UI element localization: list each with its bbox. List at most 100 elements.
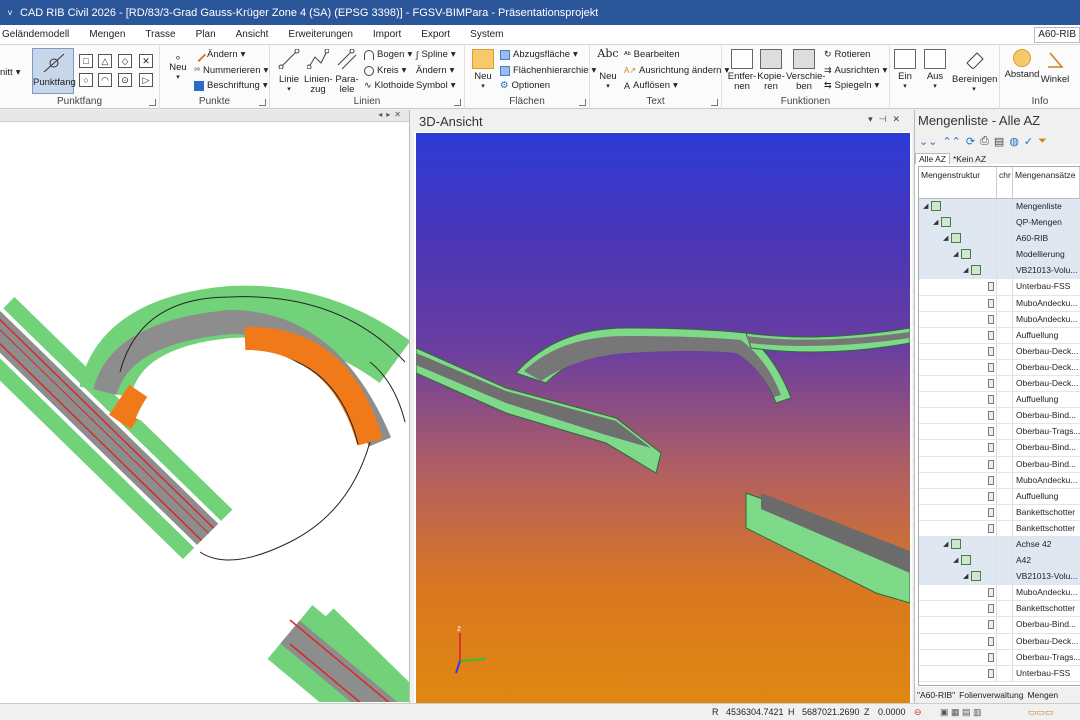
bereinigen-button[interactable]: Bereinigen ▾ [952,49,997,95]
tree-row[interactable]: ◢ Modellierung [919,247,1080,264]
tree-row[interactable]: ◢ QP-Mengen [919,215,1080,232]
text-bearbeiten-button[interactable]: ᴬᵇ Bearbeiten [624,49,680,60]
parallele-button[interactable]: Para- lele [334,48,360,95]
linie-button[interactable]: Linie ▾ [276,48,302,95]
tree-row[interactable]: Oberbau-Deck... [919,359,1080,377]
entfernen-button[interactable]: Entfer- nen [726,49,758,92]
snap-center-icon[interactable]: ⊙ [118,73,132,87]
tree-row[interactable]: Oberbau-Trags... [919,424,1080,441]
expand-toggle-icon[interactable]: ◢ [943,234,948,242]
print-icon[interactable]: ⎙ [980,135,989,148]
text-neu-button[interactable]: Abc Neu ▾ [596,48,620,92]
rotieren-button[interactable]: ↻ Rotieren [824,49,870,60]
tab-system[interactable]: System [460,29,513,40]
beschriftung-button[interactable]: Beschriftung ▾ [194,80,268,91]
tree-row[interactable]: Oberbau-Bind... [919,456,1080,473]
tree-row[interactable]: MuboAndecku... [919,311,1080,328]
tab-plan[interactable]: Plan [186,29,226,40]
spline-button[interactable]: ∫ Spline ▾ [416,49,456,60]
expand-toggle-icon[interactable]: ◢ [933,218,938,226]
column-mengenstruktur[interactable]: Mengenstruktur [919,167,997,198]
tree-row[interactable]: MuboAndecku... [919,585,1080,602]
document-icon[interactable]: ▤ [994,135,1004,148]
winkel-button[interactable]: Winkel [1040,49,1070,85]
status-tools-icon[interactable]: ▣ ▦ ▤ ▥ [940,707,982,718]
punktfang-button[interactable]: Punktfang [32,48,76,94]
tree-row[interactable]: Oberbau-Deck... [919,343,1080,360]
snap-arc-icon[interactable]: ◠ [98,73,112,87]
refresh-icon[interactable]: ⟳ [966,135,975,148]
record-icon[interactable]: ⊖ [914,707,922,718]
snap-play-icon[interactable]: ▷ [139,73,153,87]
quick-access-icon[interactable]: ˅ [0,8,20,18]
status-view-icon[interactable]: ▭▭▭ [1028,707,1054,718]
bogen-button[interactable]: Bogen ▾ [364,49,412,60]
expand-toggle-icon[interactable]: ◢ [923,202,928,210]
bottom-tab-folienverwaltung[interactable]: Folienverwaltung [959,690,1023,700]
snap-circle-icon[interactable]: ○ [79,73,93,87]
aus-button[interactable]: Aus ▾ [922,49,948,92]
tab-trasse[interactable]: Trasse [135,29,185,40]
tree-row[interactable]: Unterbau-FSS [919,279,1080,296]
tree-row[interactable]: Oberbau-Bind... [919,617,1080,634]
ausrichtung-button[interactable]: A↗ Ausrichtung ändern ▾ [624,65,729,76]
dialog-launcher-icon[interactable] [711,99,718,106]
project-selector[interactable]: A60-RIB [1034,27,1080,43]
snap-triangle-icon[interactable]: △ [98,54,112,68]
tab-ansicht[interactable]: Ansicht [226,29,279,40]
snap-cross-icon[interactable]: ✕ [139,54,153,68]
expand-toggle-icon[interactable]: ◢ [953,250,958,258]
symbol-button[interactable]: Symbol ▾ [416,80,455,91]
aufloesen-button[interactable]: A Auflösen ▾ [624,80,678,91]
punkt-aendern-button[interactable]: Ändern ▾ [191,47,245,62]
expand-down-icon[interactable]: ⌄⌄ [919,135,937,148]
klothoide-button[interactable]: ∿ Klothoide [364,80,414,91]
filter-icon[interactable]: ⏷ [1038,135,1047,148]
linienzug-button[interactable]: Linien- zug [304,48,333,95]
punkt-neu-button[interactable]: ∘ Neu ▾ [166,53,190,83]
plan-drawing-canvas[interactable] [0,122,433,720]
bottom-tab-a60[interactable]: "A60-RIB" [917,690,955,700]
tree-row[interactable]: ◢ VB21013-Volu... [919,263,1080,280]
tab-mengen[interactable]: Mengen [79,29,135,40]
tree-row[interactable]: Bankettschotter [919,504,1080,521]
tab-import[interactable]: Import [363,29,411,40]
abstand-button[interactable]: Abstand [1004,49,1040,80]
dialog-launcher-icon[interactable] [454,99,461,106]
flaeche-neu-button[interactable]: Neu ▾ [471,49,495,92]
expand-toggle-icon[interactable]: ◢ [963,266,968,274]
tree-row[interactable]: Bankettschotter [919,601,1080,618]
schnitt-button[interactable]: nitt ▾ [0,67,20,78]
tree-row[interactable]: ◢ A42 [919,553,1080,570]
linien-aendern-button[interactable]: Ändern ▾ [416,65,454,76]
kreis-button[interactable]: Kreis ▾ [364,65,406,76]
flaechenhierarchie-button[interactable]: Flächenhierarchie ▾ [500,65,596,76]
column-mengenansaetze[interactable]: Mengenansätze [1013,167,1080,198]
nummerieren-button[interactable]: ⁹⁸ Nummerieren ▾ [194,65,268,76]
verschieben-button[interactable]: Verschie- ben [786,49,826,92]
dialog-launcher-icon[interactable] [259,99,266,106]
spiegeln-button[interactable]: ⇆ Spiegeln ▾ [824,80,879,91]
tree-row[interactable]: ◢ A60-RIB [919,231,1080,248]
snap-square-icon[interactable]: □ [79,54,93,68]
pane-controls-icon[interactable]: ▾⊣✕ [868,114,906,125]
subtab-alle-az[interactable]: Alle AZ [915,153,950,164]
expand-toggle-icon[interactable]: ◢ [953,556,958,564]
tree-row[interactable]: Auffuellung [919,488,1080,505]
dialog-launcher-icon[interactable] [149,99,156,106]
bottom-tab-mengen[interactable]: Mengen [1027,690,1058,700]
tree-row[interactable]: Unterbau-FSS [919,665,1080,682]
check-icon[interactable]: ✓ [1024,135,1033,148]
dialog-launcher-icon[interactable] [579,99,586,106]
abzugsflaeche-button[interactable]: Abzugsfläche ▾ [500,49,578,60]
snap-diamond-icon[interactable]: ◇ [118,54,132,68]
tab-export[interactable]: Export [411,29,460,40]
tree-row[interactable]: MuboAndecku... [919,295,1080,312]
tree-row[interactable]: ◢ Achse 42 [919,536,1080,554]
tree-row[interactable]: Oberbau-Bind... [919,440,1080,457]
tree-row[interactable]: Oberbau-Deck... [919,633,1080,650]
tree-row[interactable]: Auffuellung [919,392,1080,409]
ausrichten-button[interactable]: ⇉ Ausrichten ▾ [824,65,887,76]
tree-row[interactable]: Oberbau-Trags... [919,649,1080,666]
tree-row[interactable]: Oberbau-Deck... [919,376,1080,393]
